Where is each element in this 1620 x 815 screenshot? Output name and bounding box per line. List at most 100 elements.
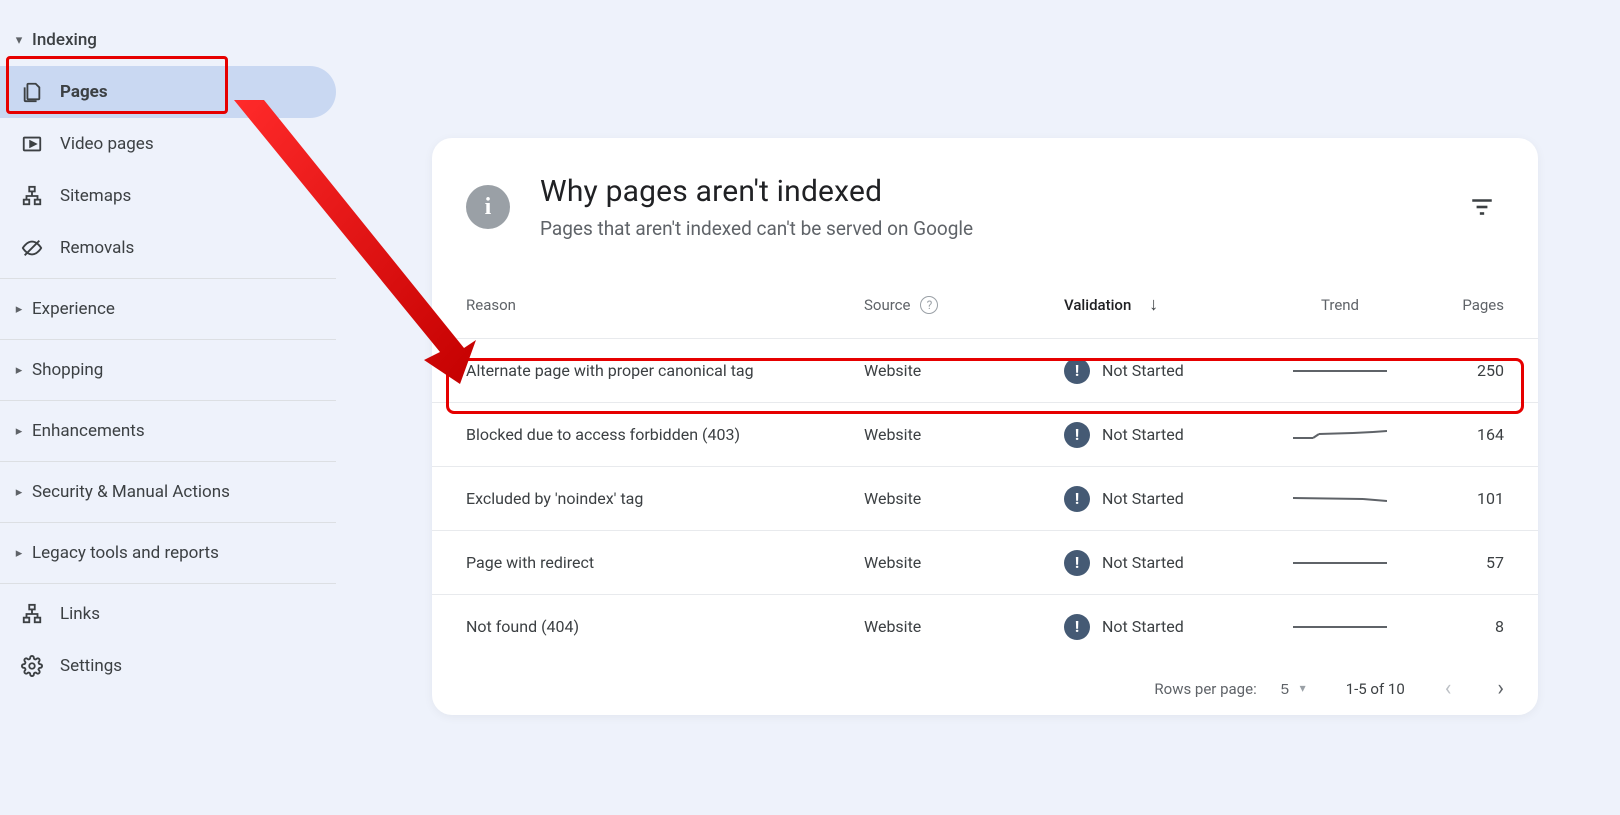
cell-validation: !Not Started bbox=[1064, 486, 1280, 512]
card-title: Why pages aren't indexed bbox=[540, 174, 1460, 209]
page-range: 1-5 of 10 bbox=[1346, 680, 1405, 698]
chevron-right-icon bbox=[12, 302, 26, 317]
cell-trend bbox=[1280, 622, 1400, 632]
cell-pages: 164 bbox=[1400, 425, 1504, 444]
card-header: i Why pages aren't indexed Pages that ar… bbox=[432, 138, 1538, 270]
cell-source: Website bbox=[864, 553, 1064, 572]
cell-source: Website bbox=[864, 617, 1064, 636]
sidebar-group-label: Enhancements bbox=[32, 421, 145, 441]
rows-per-page-select[interactable]: 5 bbox=[1281, 681, 1306, 698]
chevron-right-icon bbox=[12, 546, 26, 561]
sidebar: Indexing Pages Video pages Sitemaps bbox=[0, 0, 336, 815]
col-header-source[interactable]: Source ? bbox=[864, 296, 1064, 314]
sidebar-group-label: Security & Manual Actions bbox=[32, 482, 230, 502]
chevron-right-icon bbox=[12, 363, 26, 378]
sidebar-item-label: Links bbox=[60, 604, 100, 624]
col-header-validation-label: Validation bbox=[1064, 296, 1131, 314]
table-row[interactable]: Not found (404)Website!Not Started8 bbox=[432, 594, 1538, 658]
sidebar-item-label: Removals bbox=[60, 238, 134, 258]
divider bbox=[0, 278, 336, 279]
table-header: Reason Source ? Validation ↓ Trend Pages bbox=[432, 270, 1538, 338]
sidebar-item-pages[interactable]: Pages bbox=[0, 66, 336, 118]
sidebar-item-label: Video pages bbox=[60, 134, 154, 154]
chevron-right-icon bbox=[12, 485, 26, 500]
sidebar-group-experience[interactable]: Experience bbox=[0, 283, 336, 335]
sidebar-item-links[interactable]: Links bbox=[0, 588, 336, 640]
gear-icon bbox=[18, 655, 46, 677]
sort-down-icon: ↓ bbox=[1149, 294, 1158, 315]
sidebar-group-security[interactable]: Security & Manual Actions bbox=[0, 466, 336, 518]
links-icon bbox=[18, 603, 46, 625]
cell-validation: ! Not Started bbox=[1064, 422, 1280, 448]
validation-status: Not Started bbox=[1102, 553, 1184, 572]
cell-trend bbox=[1280, 558, 1400, 568]
col-header-reason[interactable]: Reason bbox=[466, 296, 864, 314]
help-icon[interactable]: ? bbox=[920, 296, 938, 314]
error-icon: ! bbox=[1064, 614, 1090, 640]
prev-page-button[interactable]: ‹ bbox=[1445, 676, 1452, 701]
table-row[interactable]: Excluded by 'noindex' tagWebsite!Not Sta… bbox=[432, 466, 1538, 530]
cell-validation: ! Not Started bbox=[1064, 614, 1280, 640]
sidebar-group-legacy[interactable]: Legacy tools and reports bbox=[0, 527, 336, 579]
card-subtitle: Pages that aren't indexed can't be serve… bbox=[540, 217, 1460, 240]
cell-reason: Alternate page with proper canonical tag bbox=[466, 361, 864, 380]
validation-status: Not Started bbox=[1102, 617, 1184, 636]
rows-per-page-label: Rows per page: bbox=[1154, 680, 1256, 698]
error-icon: ! bbox=[1064, 358, 1090, 384]
col-header-source-label: Source bbox=[864, 296, 910, 314]
validation-status: Not Started bbox=[1102, 361, 1184, 380]
sidebar-group-indexing[interactable]: Indexing bbox=[0, 14, 336, 66]
info-icon: i bbox=[466, 185, 510, 229]
sidebar-item-video-pages[interactable]: Video pages bbox=[0, 118, 336, 170]
cell-source: Website bbox=[864, 425, 1064, 444]
chevron-right-icon bbox=[12, 424, 26, 439]
cell-pages: 57 bbox=[1400, 553, 1504, 572]
sidebar-item-removals[interactable]: Removals bbox=[0, 222, 336, 274]
cell-trend bbox=[1280, 494, 1400, 504]
sidebar-item-label: Settings bbox=[60, 656, 122, 676]
sidebar-item-settings[interactable]: Settings bbox=[0, 640, 336, 692]
cell-pages: 250 bbox=[1400, 361, 1504, 380]
error-icon: ! bbox=[1064, 550, 1090, 576]
cell-reason: Blocked due to access forbidden (403) bbox=[466, 425, 864, 444]
sidebar-group-label: Experience bbox=[32, 299, 115, 319]
pages-icon bbox=[18, 81, 46, 103]
sitemap-icon bbox=[18, 185, 46, 207]
table-row[interactable]: Blocked due to access forbidden (403)Web… bbox=[432, 402, 1538, 466]
sidebar-group-label: Shopping bbox=[32, 360, 103, 380]
indexing-card: i Why pages aren't indexed Pages that ar… bbox=[432, 138, 1538, 715]
cell-trend bbox=[1280, 430, 1400, 440]
pagination: Rows per page: 5 1-5 of 10 ‹ › bbox=[432, 658, 1538, 701]
error-icon: ! bbox=[1064, 486, 1090, 512]
cell-validation: ! Not Started bbox=[1064, 358, 1280, 384]
sidebar-group-label: Legacy tools and reports bbox=[32, 543, 219, 563]
col-header-pages[interactable]: Pages bbox=[1400, 296, 1504, 314]
divider bbox=[0, 583, 336, 584]
filter-button[interactable] bbox=[1460, 185, 1504, 229]
removals-icon bbox=[18, 237, 46, 259]
sidebar-item-sitemaps[interactable]: Sitemaps bbox=[0, 170, 336, 222]
cell-trend bbox=[1280, 366, 1400, 376]
cell-source: Website bbox=[864, 361, 1064, 380]
cell-reason: Page with redirect bbox=[466, 553, 864, 572]
sidebar-group-label: Indexing bbox=[32, 30, 97, 50]
col-header-trend[interactable]: Trend bbox=[1280, 296, 1400, 314]
sidebar-item-label: Pages bbox=[60, 82, 108, 102]
validation-status: Not Started bbox=[1102, 425, 1184, 444]
divider bbox=[0, 339, 336, 340]
cell-validation: ! Not Started bbox=[1064, 550, 1280, 576]
divider bbox=[0, 461, 336, 462]
sidebar-item-label: Sitemaps bbox=[60, 186, 131, 206]
table-row[interactable]: Page with redirectWebsite! Not Started 57 bbox=[432, 530, 1538, 594]
cell-pages: 8 bbox=[1400, 617, 1504, 636]
cell-pages: 101 bbox=[1400, 489, 1504, 508]
cell-source: Website bbox=[864, 489, 1064, 508]
sidebar-group-shopping[interactable]: Shopping bbox=[0, 344, 336, 396]
error-icon: ! bbox=[1064, 422, 1090, 448]
video-icon bbox=[18, 133, 46, 155]
sidebar-group-enhancements[interactable]: Enhancements bbox=[0, 405, 336, 457]
next-page-button[interactable]: › bbox=[1497, 676, 1504, 701]
col-header-validation[interactable]: Validation ↓ bbox=[1064, 294, 1280, 315]
table-row[interactable]: Alternate page with proper canonical tag… bbox=[432, 338, 1538, 402]
cell-reason: Excluded by 'noindex' tag bbox=[466, 489, 864, 508]
